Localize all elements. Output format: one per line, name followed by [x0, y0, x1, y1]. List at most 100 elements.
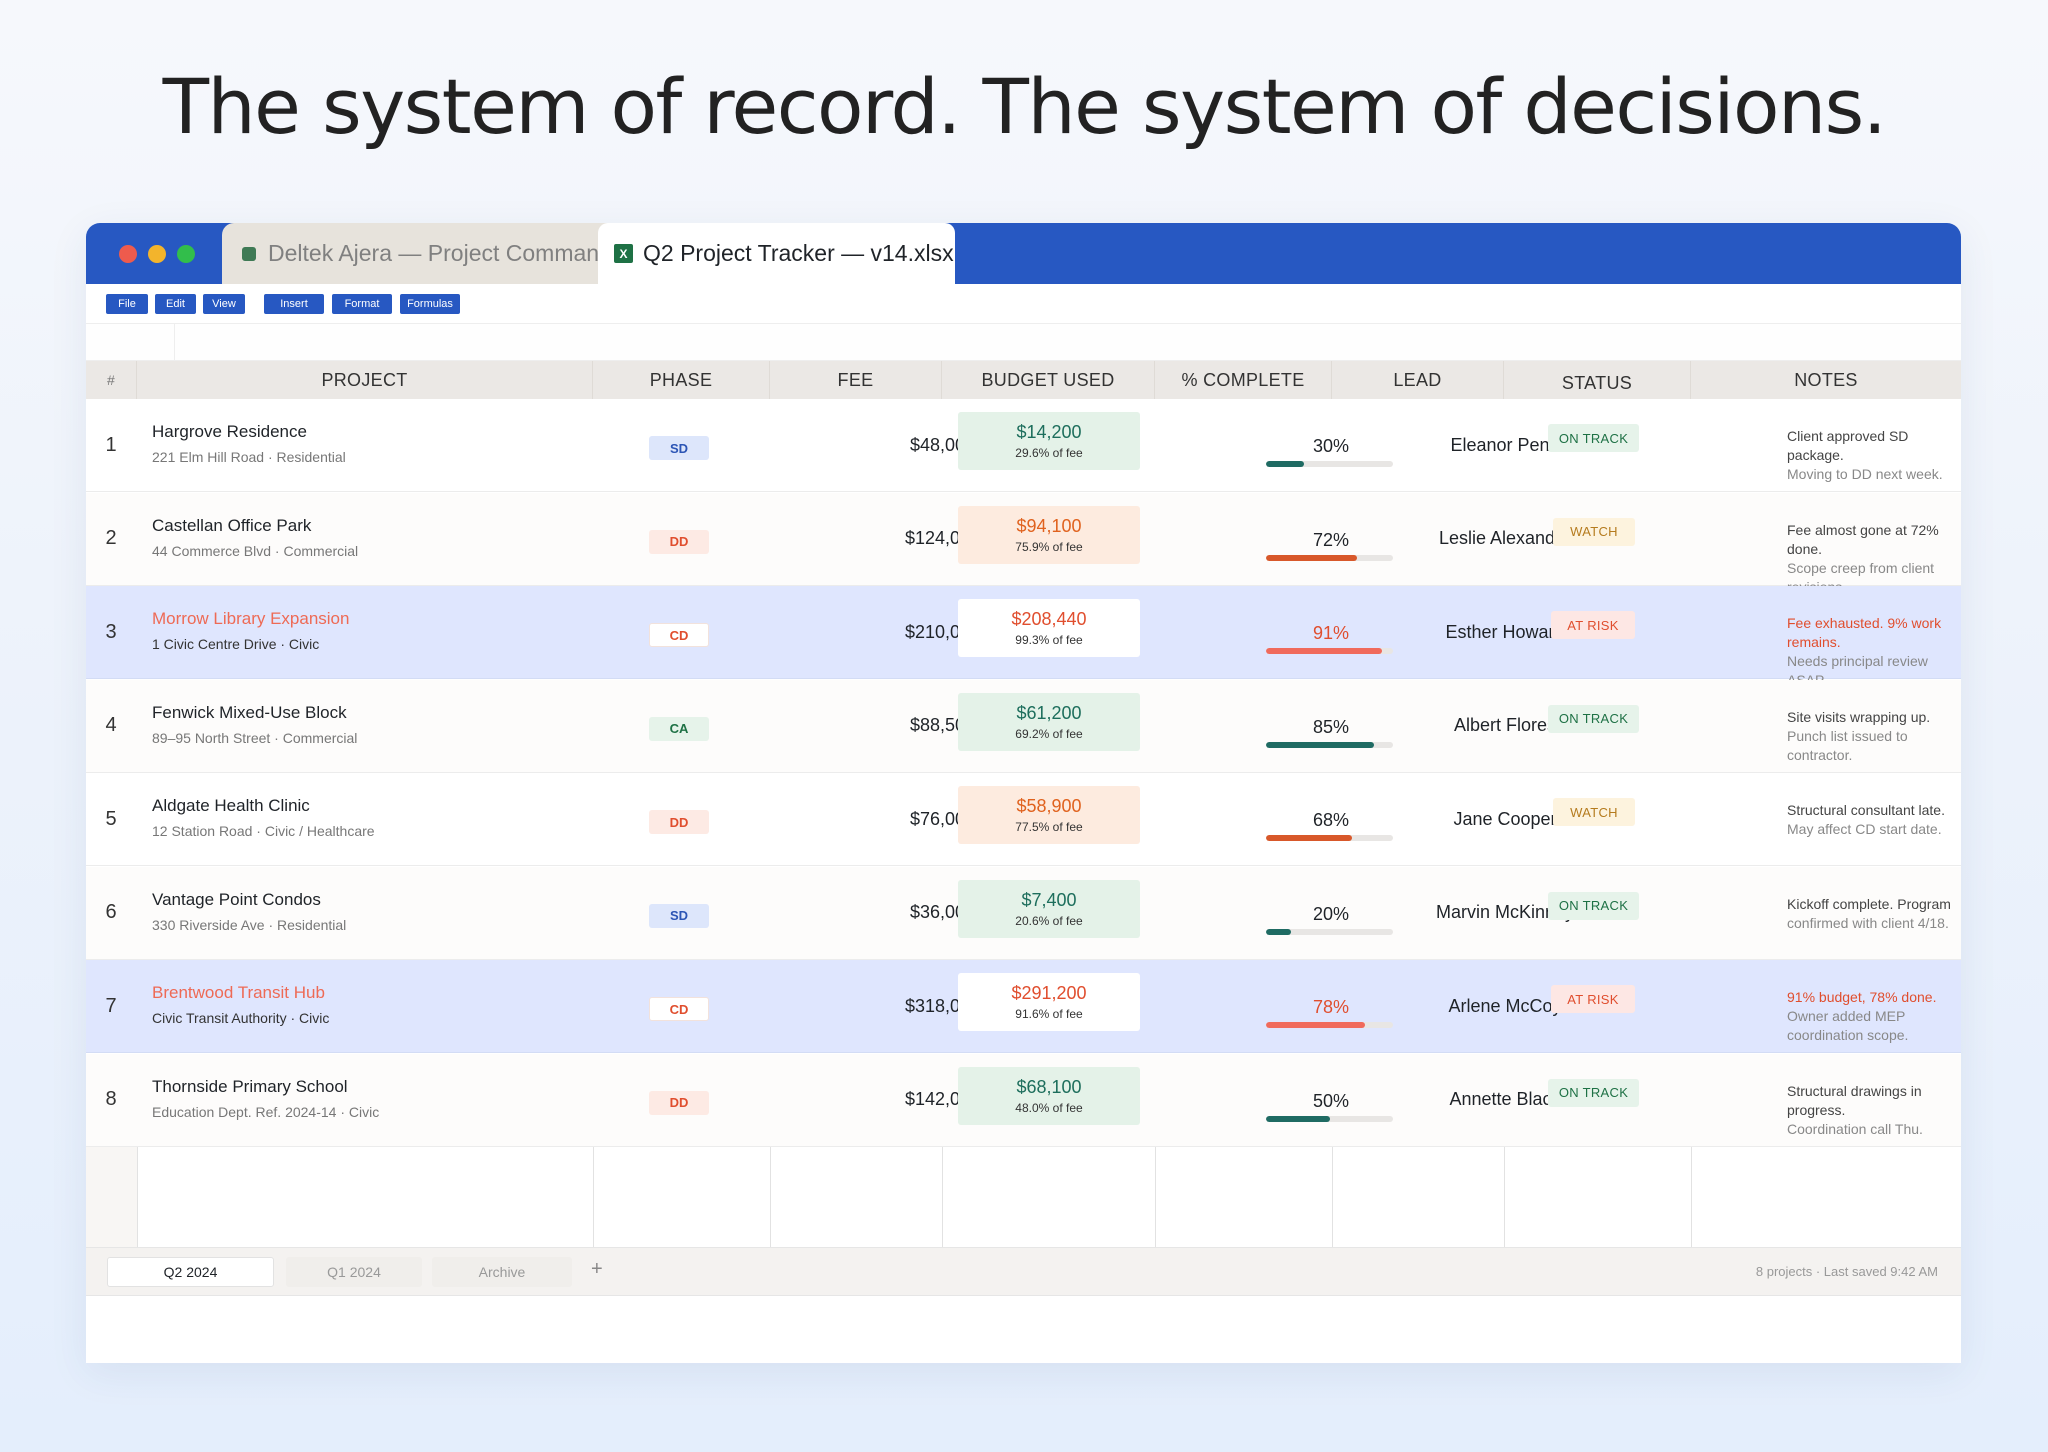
project-cell[interactable]: Hargrove Residence 221 Elm Hill Road · R…	[152, 422, 346, 465]
menu-formulas[interactable]: Formulas	[400, 294, 460, 314]
title-bar: Deltek Ajera — Project Command X Q2 Proj…	[86, 223, 1961, 284]
project-cell[interactable]: Aldgate Health Clinic 12 Station Road · …	[152, 796, 375, 839]
status-badge[interactable]: WATCH	[1553, 798, 1635, 826]
percent-complete-cell[interactable]: 85%	[1243, 680, 1419, 772]
menu-toolbar: File Edit View Insert Format Formulas	[86, 284, 1961, 324]
status-badge[interactable]: ON TRACK	[1548, 891, 1639, 920]
status-badge[interactable]: AT RISK	[1551, 611, 1635, 639]
row-number[interactable]: 3	[86, 586, 136, 678]
percent-complete-value: 78%	[1312, 997, 1350, 1017]
phase-badge[interactable]: SD	[649, 903, 709, 928]
col-header-row-number[interactable]: #	[86, 361, 137, 399]
row-number[interactable]: 6	[86, 867, 136, 959]
budget-used-value: $208,440	[1011, 609, 1087, 629]
notes-cell[interactable]: 91% budget, 78% done. Owner added MEP co…	[1787, 988, 1937, 1045]
percent-complete-cell[interactable]: 20%	[1243, 867, 1419, 959]
project-cell[interactable]: Vantage Point Condos 330 Riverside Ave ·…	[152, 890, 346, 933]
table-row[interactable]: 2 Castellan Office Park 44 Commerce Blvd…	[86, 492, 1961, 595]
budget-used-cell[interactable]: $68,100 48.0% of fee	[958, 1066, 1140, 1125]
percent-complete-cell[interactable]: 91%	[1243, 586, 1419, 678]
notes-cell[interactable]: Client approved SD package. Moving to DD…	[1787, 427, 1961, 484]
project-cell[interactable]: Fenwick Mixed-Use Block 89–95 North Stre…	[152, 703, 357, 746]
notes-cell[interactable]: Structural consultant late. May affect C…	[1787, 801, 1945, 839]
zoom-window-button[interactable]	[177, 245, 195, 263]
col-header-phase[interactable]: PHASE	[593, 361, 770, 399]
budget-used-cell[interactable]: $7,400 20.6% of fee	[958, 879, 1140, 938]
row-number[interactable]: 7	[86, 960, 136, 1052]
budget-used-cell[interactable]: $291,200 91.6% of fee	[958, 973, 1140, 1031]
col-header-complete[interactable]: % COMPLETE	[1155, 361, 1332, 399]
row-number[interactable]: 8	[86, 1054, 136, 1146]
menu-file[interactable]: File	[106, 294, 148, 314]
project-cell[interactable]: Castellan Office Park 44 Commerce Blvd ·…	[152, 516, 358, 559]
status-badge[interactable]: ON TRACK	[1548, 1078, 1639, 1107]
menu-edit[interactable]: Edit	[155, 294, 196, 314]
budget-used-cell[interactable]: $94,100 75.9% of fee	[958, 505, 1140, 564]
phase-badge[interactable]: CD	[649, 623, 709, 647]
table-row[interactable]: 4 Fenwick Mixed-Use Block 89–95 North St…	[86, 679, 1961, 773]
col-header-lead[interactable]: LEAD	[1332, 361, 1504, 399]
phase-badge[interactable]: CA	[649, 716, 709, 741]
percent-complete-cell[interactable]: 78%	[1243, 960, 1419, 1052]
col-header-notes[interactable]: NOTES	[1691, 361, 1961, 399]
percent-complete-cell[interactable]: 50%	[1243, 1054, 1419, 1146]
budget-used-cell[interactable]: $58,900 77.5% of fee	[958, 786, 1140, 844]
sheet-tab-q2-2024[interactable]: Q2 2024	[107, 1257, 274, 1287]
budget-used-cell[interactable]: $61,200 69.2% of fee	[958, 692, 1140, 751]
empty-grid-area[interactable]	[86, 1147, 1961, 1247]
note-line-2: Owner added MEP coordination scope.	[1787, 1008, 1909, 1043]
notes-cell[interactable]: Kickoff complete. Program confirmed with…	[1787, 895, 1951, 933]
menu-insert[interactable]: Insert	[264, 294, 324, 314]
table-row[interactable]: 3 Morrow Library Expansion 1 Civic Centr…	[86, 586, 1961, 688]
progress-bar-fill	[1266, 554, 1358, 561]
phase-badge[interactable]: SD	[649, 436, 709, 460]
row-number[interactable]: 1	[86, 399, 136, 491]
status-badge[interactable]: WATCH	[1553, 517, 1635, 546]
col-header-project[interactable]: PROJECT	[137, 361, 593, 399]
note-line-1: Structural consultant late.	[1787, 802, 1945, 818]
project-cell[interactable]: Brentwood Transit Hub Civic Transit Auth…	[152, 983, 329, 1026]
status-badge[interactable]: ON TRACK	[1548, 704, 1639, 733]
notes-cell[interactable]: Site visits wrapping up. Punch list issu…	[1787, 708, 1961, 765]
col-header-budget-used[interactable]: BUDGET USED	[942, 361, 1155, 399]
menu-format[interactable]: Format	[332, 294, 392, 314]
percent-complete-cell[interactable]: 68%	[1243, 773, 1419, 865]
menu-view[interactable]: View	[203, 294, 245, 314]
budget-used-cell[interactable]: $208,440 99.3% of fee	[958, 599, 1140, 657]
phase-badge[interactable]: CD	[649, 997, 709, 1021]
row-number[interactable]: 2	[86, 493, 136, 585]
row-number[interactable]: 5	[86, 773, 136, 865]
tab-q2-tracker[interactable]: X Q2 Project Tracker — v14.xlsx	[598, 223, 955, 284]
note-line-1: Fee almost gone at 72% done.	[1787, 521, 1939, 557]
row-number[interactable]: 4	[86, 680, 136, 772]
col-header-fee[interactable]: FEE	[770, 361, 942, 399]
percent-complete-cell[interactable]: 30%	[1243, 399, 1419, 491]
cell-reference-box[interactable]	[86, 324, 175, 360]
status-badge[interactable]: AT RISK	[1551, 985, 1635, 1013]
minimize-window-button[interactable]	[148, 245, 166, 263]
phase-badge[interactable]: DD	[649, 810, 709, 834]
note-line-2: Punch list issued to contractor.	[1787, 727, 1908, 763]
add-sheet-icon[interactable]: +	[591, 1258, 603, 1281]
project-cell[interactable]: Thornside Primary School Education Dept.…	[152, 1077, 379, 1120]
project-cell[interactable]: Morrow Library Expansion 1 Civic Centre …	[152, 609, 349, 652]
col-header-status[interactable]: STATUS	[1504, 361, 1691, 399]
percent-complete-cell[interactable]: 72%	[1243, 493, 1419, 585]
sheet-tab-q1-2024[interactable]: Q1 2024	[286, 1257, 422, 1287]
note-line-2: Moving to DD next week.	[1787, 466, 1943, 482]
table-row[interactable]: 8 Thornside Primary School Education Dep…	[86, 1053, 1961, 1147]
table-row[interactable]: 6 Vantage Point Condos 330 Riverside Ave…	[86, 866, 1961, 960]
budget-used-cell[interactable]: $14,200 29.6% of fee	[958, 412, 1140, 470]
table-row[interactable]: 5 Aldgate Health Clinic 12 Station Road …	[86, 773, 1961, 866]
project-name: Thornside Primary School	[152, 1076, 348, 1096]
phase-badge[interactable]: DD	[649, 1090, 709, 1115]
close-window-button[interactable]	[119, 245, 137, 263]
formula-bar[interactable]	[86, 324, 1961, 361]
status-badge[interactable]: ON TRACK	[1548, 424, 1639, 452]
notes-cell[interactable]: Structural drawings in progress. Coordin…	[1787, 1082, 1961, 1139]
table-row[interactable]: 7 Brentwood Transit Hub Civic Transit Au…	[86, 960, 1961, 1053]
phase-badge[interactable]: DD	[649, 529, 709, 554]
project-address: Civic Transit Authority · Civic	[152, 1010, 330, 1026]
table-row[interactable]: 1 Hargrove Residence 221 Elm Hill Road ·…	[86, 399, 1961, 492]
sheet-tab-archive[interactable]: Archive	[432, 1257, 572, 1287]
